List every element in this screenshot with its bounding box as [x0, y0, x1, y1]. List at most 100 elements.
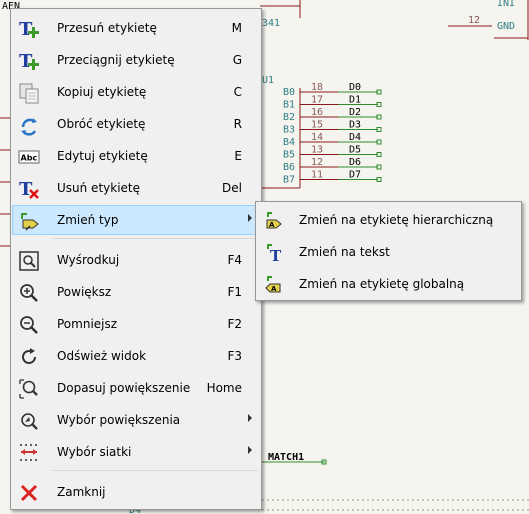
submenu-item-label: Zmień na etykietę hierarchiczną — [299, 213, 494, 227]
pin-number: 13 — [311, 145, 323, 156]
pin-number: 18 — [311, 82, 323, 93]
menu-item-label: Przesuń etykietę — [57, 21, 157, 35]
menu-item[interactable]: Pomniejsz F2 — [12, 309, 260, 339]
label-match1: MATCH1 — [268, 452, 304, 463]
menu-item-label: Pomniejsz — [57, 317, 118, 331]
pin-name: B2 — [283, 112, 295, 123]
svg-text:A: A — [269, 221, 275, 229]
pin-name: B1 — [283, 100, 295, 111]
menu-item-shortcut: E — [234, 149, 242, 163]
menu-item[interactable]: T Usuń etykietę Del — [12, 173, 260, 203]
menu-item[interactable]: Obróć etykietę R — [12, 109, 260, 139]
signal-label: D3 — [349, 120, 361, 131]
svg-text:A: A — [271, 285, 277, 293]
close-icon — [18, 482, 40, 504]
menu-item-label: Odśwież widok — [57, 349, 147, 363]
menu-item-shortcut: Home — [206, 381, 242, 395]
menu-item[interactable]: Odśwież widok F3 — [12, 341, 260, 371]
menu-item-label: Przeciągnij etykietę — [57, 53, 175, 67]
menu-item-label: Zmień typ — [57, 213, 119, 227]
submenu-arrow-icon — [248, 414, 252, 422]
signal-label: D4 — [349, 132, 361, 143]
menu-item[interactable]: Kopiuj etykietę C — [12, 77, 260, 107]
submenu-item-label: Zmień na etykietę globalną — [299, 277, 465, 291]
pin-name: B6 — [283, 162, 295, 173]
menu-item[interactable]: Wybór powiększenia — [12, 405, 260, 435]
refresh-icon — [18, 346, 40, 368]
pin-name: B3 — [283, 125, 295, 136]
menu-item[interactable]: Wyśrodkuj F4 — [12, 245, 260, 275]
menu-item-label: Wybór siatki — [57, 445, 132, 459]
zoom-fit-icon — [18, 378, 40, 400]
menu-item-label: Obróć etykietę — [57, 117, 146, 131]
copy-label-icon — [18, 82, 40, 104]
submenu-item[interactable]: T Zmień na tekst — [257, 236, 520, 266]
menu-item[interactable]: Powiększ F1 — [12, 277, 260, 307]
svg-text:T: T — [19, 19, 33, 40]
menu-item-label: Powiększ — [57, 285, 112, 299]
signal-label: D6 — [349, 157, 361, 168]
menu-item-label: Usuń etykietę — [57, 181, 141, 195]
bus-rows: B0 18 D0 B1 17 D1 B2 16 D2 B3 15 D3 B4 14 D4 B5 13 D5 B6 12… — [283, 82, 382, 186]
svg-text:T: T — [19, 51, 33, 72]
menu-item[interactable]: T Przeciągnij etykietę G — [12, 45, 260, 75]
menu-item[interactable]: Wybór siatki — [12, 437, 260, 467]
drag-label-icon: T — [18, 50, 40, 72]
pin-num-12: 12 — [468, 15, 480, 26]
zoom-out-icon — [18, 314, 40, 336]
menu-item-shortcut: F4 — [227, 253, 242, 267]
pin-number: 12 — [311, 157, 323, 168]
menu-item-label: Wybór powiększenia — [57, 413, 181, 427]
menu-item-shortcut: M — [231, 21, 242, 35]
rotate-label-icon — [18, 114, 40, 136]
svg-text:Abc: Abc — [21, 154, 38, 163]
menu-item-shortcut: G — [232, 53, 242, 67]
menu-item-label: Dopasuj powiększenie — [57, 381, 191, 395]
menu-item[interactable]: T Przesuń etykietę M — [12, 13, 260, 43]
menu-item-shortcut: F2 — [227, 317, 242, 331]
signal-label: D2 — [349, 107, 361, 118]
pin-name: B7 — [283, 175, 295, 186]
menu-item[interactable]: Dopasuj powiększenie Home — [12, 373, 260, 403]
menu-item[interactable]: Zamknij — [12, 477, 260, 507]
submenu-arrow-icon — [248, 214, 252, 222]
label-341: 341 — [262, 18, 280, 29]
submenu-item-label: Zmień na tekst — [299, 245, 390, 259]
menu-item-label: Edytuj etykietę — [57, 149, 148, 163]
menu-item-shortcut: F1 — [227, 285, 242, 299]
pin-number: 11 — [311, 170, 323, 181]
signal-label: D7 — [349, 170, 361, 181]
text-icon: T — [263, 241, 285, 265]
label-gnd: GND — [497, 21, 515, 32]
menu-item-label: Wyśrodkuj — [57, 253, 120, 267]
signal-label: D1 — [349, 95, 361, 106]
pin-name: B5 — [283, 150, 295, 161]
signal-label: D0 — [349, 82, 361, 93]
zoom-select-icon — [18, 410, 40, 432]
submenu-item[interactable]: A Zmień na etykietę globalną — [257, 268, 520, 298]
menu-separator — [53, 470, 258, 471]
signal-label: D5 — [349, 145, 361, 156]
pin-number: 16 — [311, 107, 323, 118]
hierarchical-label-icon: A — [263, 209, 285, 231]
component-ref: U1 — [262, 75, 274, 86]
menu-item-shortcut: F3 — [227, 349, 242, 363]
pin-number: 17 — [311, 95, 323, 106]
pin-name: B0 — [283, 87, 295, 98]
change-type-icon — [18, 210, 40, 232]
edit-label-icon: Abc — [18, 146, 40, 168]
menu-item-label: Zamknij — [57, 485, 106, 499]
menu-separator — [53, 238, 258, 239]
menu-item[interactable]: Zmień typ — [12, 205, 260, 235]
move-label-icon: T — [18, 18, 40, 40]
pin-number: 14 — [311, 132, 323, 143]
menu-item-shortcut: R — [233, 117, 242, 131]
svg-text:T: T — [270, 247, 282, 263]
global-label-icon: A — [263, 273, 285, 295]
menu-item[interactable]: Abc Edytuj etykietę E — [12, 141, 260, 171]
submenu-item[interactable]: A Zmień na etykietę hierarchiczną — [257, 204, 520, 234]
pin-name: B4 — [283, 137, 295, 148]
zoom-in-icon — [18, 282, 40, 304]
center-icon — [18, 250, 40, 272]
delete-label-icon: T — [18, 178, 40, 200]
